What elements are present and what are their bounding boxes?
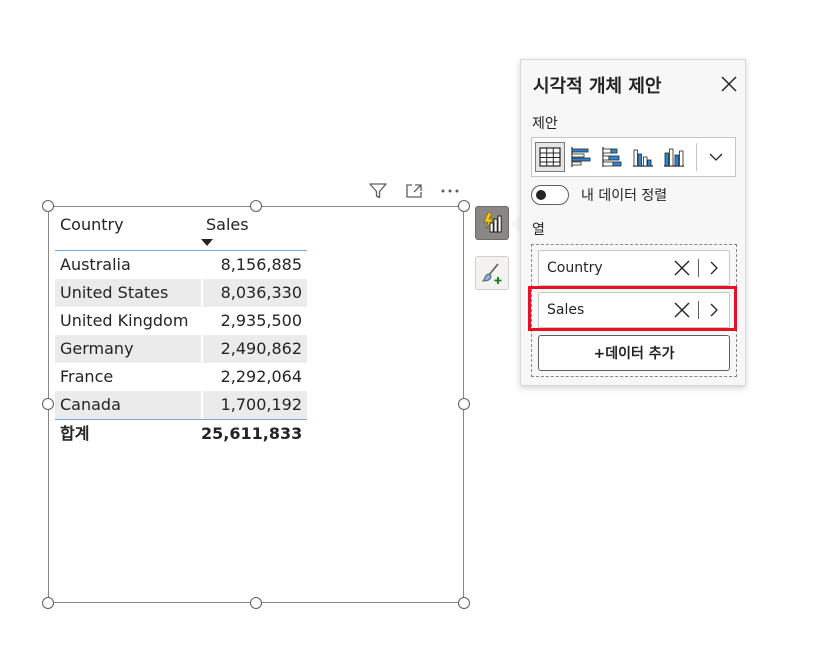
suggest-label: 제안 <box>532 116 558 132</box>
visual-suggestion-button[interactable] <box>475 206 509 240</box>
table-total-row: 합계 25,611,833 <box>55 419 307 450</box>
chart-type-column[interactable] <box>628 142 658 172</box>
sort-toggle-row: 내 데이터 정렬 <box>531 185 667 205</box>
table-row[interactable]: United Kingdom 2,935,500 <box>55 307 307 335</box>
country-cell: United Kingdom <box>60 311 189 330</box>
focus-mode-icon[interactable] <box>402 180 426 202</box>
sales-cell: 8,036,330 <box>201 279 307 307</box>
sales-cell: 2,935,500 <box>220 311 302 330</box>
resize-handle-bottom-right[interactable] <box>458 597 470 609</box>
chart-type-stacked-bar[interactable] <box>597 142 627 172</box>
close-icon <box>721 76 737 92</box>
table-row[interactable]: Australia 8,156,885 <box>55 251 307 279</box>
panel-title: 시각적 개체 제안 <box>533 76 662 97</box>
table-row[interactable]: United States 8,036,330 <box>55 279 307 307</box>
table-icon <box>539 147 561 167</box>
column-header-sales[interactable]: Sales <box>201 210 307 250</box>
remove-field-icon[interactable] <box>672 258 692 278</box>
country-cell: Germany <box>55 335 201 363</box>
chevron-right-icon[interactable] <box>707 259 721 277</box>
highlight-annotation <box>528 286 737 331</box>
resize-handle-middle-right[interactable] <box>458 398 470 410</box>
chart-type-picker <box>531 137 736 177</box>
field-pill-country[interactable]: Country <box>538 250 730 286</box>
column-header-sales-label: Sales <box>206 215 249 234</box>
clustered-bar-icon <box>571 147 591 167</box>
clustered-column-icon <box>664 148 684 167</box>
data-table: Country Sales Australia 8,156,885 United… <box>55 210 307 450</box>
country-cell: Australia <box>60 255 131 274</box>
columns-label: 열 <box>532 222 545 238</box>
country-cell: Canada <box>55 391 201 419</box>
visual-suggestions-panel: 시각적 개체 제안 제안 내 데이터 정렬 열 Country Sales +데… <box>520 59 746 386</box>
more-options-icon[interactable] <box>438 180 462 202</box>
table-row[interactable]: Canada 1,700,192 <box>55 391 307 419</box>
field-separator <box>698 259 699 277</box>
chart-type-clustered-bar[interactable] <box>566 142 596 172</box>
stacked-bar-icon <box>602 147 622 167</box>
field-name: Country <box>547 260 603 276</box>
resize-handle-bottom-left[interactable] <box>42 597 54 609</box>
add-data-button[interactable]: +데이터 추가 <box>538 335 730 371</box>
table-row[interactable]: Germany 2,490,862 <box>55 335 307 363</box>
toggle-label: 내 데이터 정렬 <box>581 188 668 204</box>
visual-header <box>366 180 462 202</box>
column-chart-icon <box>633 149 653 167</box>
picker-divider <box>696 143 697 171</box>
country-cell: United States <box>55 279 201 307</box>
visual-suggestion-icon <box>483 212 502 233</box>
total-value: 25,611,833 <box>201 424 303 443</box>
sales-cell: 1,700,192 <box>201 391 307 419</box>
sort-descending-icon <box>201 239 213 246</box>
close-button[interactable] <box>719 74 739 94</box>
format-visual-icon <box>481 263 502 284</box>
sales-cell: 2,490,862 <box>201 335 307 363</box>
sort-my-data-toggle[interactable] <box>531 185 569 205</box>
more-chart-types-button[interactable] <box>701 142 731 172</box>
chart-type-table[interactable] <box>535 142 565 172</box>
resize-handle-bottom-center[interactable] <box>250 597 262 609</box>
chevron-down-icon <box>709 153 723 161</box>
sales-cell: 2,292,064 <box>220 367 302 386</box>
country-cell: France <box>60 367 114 386</box>
table-row[interactable]: France 2,292,064 <box>55 363 307 391</box>
resize-handle-middle-left[interactable] <box>42 398 54 410</box>
toggle-knob <box>536 190 546 200</box>
total-label: 합계 <box>60 424 90 443</box>
column-header-country[interactable]: Country <box>55 210 201 250</box>
resize-handle-top-left[interactable] <box>42 200 54 212</box>
table-header-row: Country Sales <box>55 210 307 251</box>
panel-pointer <box>510 214 520 234</box>
format-visual-button[interactable] <box>475 256 509 290</box>
sales-cell: 8,156,885 <box>220 255 302 274</box>
chart-type-clustered-column[interactable] <box>659 142 689 172</box>
filter-icon[interactable] <box>366 180 390 202</box>
